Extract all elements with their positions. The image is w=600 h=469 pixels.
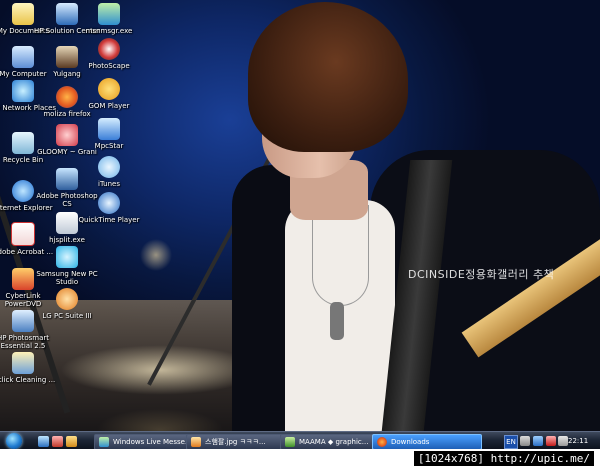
quicktime-icon [98,192,120,214]
desktop-icon-label: hjsplit.exe [49,236,85,244]
desktop-icon-label: QuickTime Player [78,216,140,224]
internet-explorer-icon [12,180,34,202]
desktop-icon-label: GOM Player [88,102,130,110]
desktop-icon-mpcstar[interactable]: MpcStar [74,118,144,150]
itunes-icon [98,156,120,178]
quick-launch-ie-icon[interactable] [38,436,49,447]
computer-icon [12,46,34,68]
hp-photosmart-icon [12,310,34,332]
photoscape-icon [98,38,120,60]
screenshot: DCINSIDE정용화갤러리 추책 My Documents My Comput… [0,0,600,469]
desktop-icon-photoscape[interactable]: PhotoScape [74,38,144,70]
task-image-viewer[interactable]: 스햄팔.jpg ㅋㅋㅋ... [186,434,294,450]
taskbar-clock[interactable]: 22:11 [568,435,588,447]
samsung-pc-studio-icon [56,246,78,268]
desktop-icon-lg-pc-suite[interactable]: LG PC Suite III [32,288,102,320]
quick-launch-app-icon[interactable] [52,436,63,447]
desktop-icon-samsung-new-pc-studio[interactable]: Samsung New PC Studio [32,246,102,286]
desktop-icon-label: Recycle Bin [2,156,44,164]
messenger-icon [99,437,109,447]
desktop-icon-label: 1-click Cleaning ... [0,376,56,384]
desktop-icon-label: iTunes [98,180,120,188]
start-button[interactable] [6,433,22,449]
task-label: 스햄팔.jpg ㅋㅋㅋ... [205,438,266,446]
wallpaper-stage-light [60,345,260,395]
desktop-icon-itunes[interactable]: iTunes [74,156,144,188]
tray-antivirus-icon[interactable] [546,436,556,446]
tray-keyboard-icon[interactable] [520,436,530,446]
network-icon [12,80,34,102]
wallpaper-necklace [312,205,369,306]
desktop-icon-quicktime-player[interactable]: QuickTime Player [74,192,144,224]
desktop-icon-msnmsgr[interactable]: msnmsgr.exe [74,3,144,35]
powerdvd-icon [12,268,34,290]
desktop[interactable]: DCINSIDE정용화갤러리 추책 My Documents My Comput… [0,0,600,431]
quick-launch-show-desktop-icon[interactable] [66,436,77,447]
upload-caption: [1024x768] http://upic.me/ [413,451,594,466]
task-label: MAAMA ◆ graphic... [299,438,369,446]
desktop-icon-label: HP Photosmart Essential 2.5 [0,334,50,350]
task-downloads[interactable]: Downloads [372,434,482,450]
taskbar: Windows Live Messe... 스햄팔.jpg ㅋㅋㅋ... MAA… [0,431,600,450]
wallpaper-dog-tag [330,302,344,340]
desktop-icon-label: MpcStar [94,142,124,150]
task-label: Windows Live Messe... [113,438,192,446]
msn-messenger-icon [98,3,120,25]
desktop-icon-gom-player[interactable]: GOM Player [74,78,144,110]
recycle-bin-icon [12,132,34,154]
desktop-icon-label: Samsung New PC Studio [36,270,98,286]
wallpaper-hair [248,2,408,152]
language-indicator[interactable]: EN [504,435,518,449]
desktop-icon-label: LG PC Suite III [42,312,92,320]
desktop-icon-1-click-cleaning[interactable]: 1-click Cleaning ... [0,352,58,384]
desktop-icon-label: PhotoScape [88,62,130,70]
image-footer: [1024x768] http://upic.me/ [0,449,600,469]
desktop-icon-label: moliza firefox [43,110,91,118]
folder-documents-icon [12,3,34,25]
tray-volume-icon[interactable] [558,436,568,446]
task-label: Downloads [391,438,430,446]
msn-icon [285,437,295,447]
mpcstar-icon [98,118,120,140]
firefox-icon [377,437,387,447]
wallpaper-watermark: DCINSIDE정용화갤러리 추책 [408,268,555,281]
tray-network-icon[interactable] [533,436,543,446]
image-viewer-icon [191,437,201,447]
desktop-icon-label: Yulgang [53,70,81,78]
gom-player-icon [98,78,120,100]
desktop-icon-label: msnmsgr.exe [85,27,133,35]
lg-pc-suite-icon [56,288,78,310]
cleaning-icon [12,352,34,374]
